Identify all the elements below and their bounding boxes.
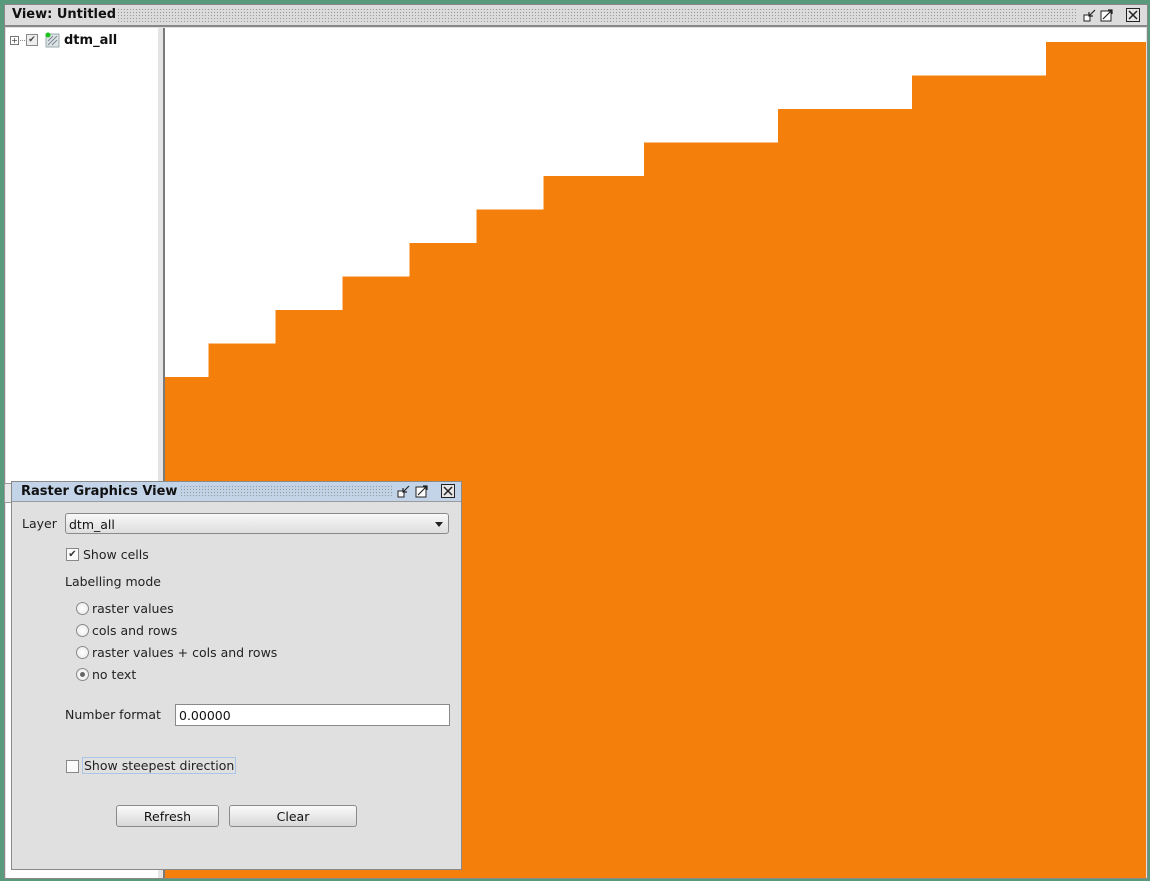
radio-raster-values-cols-rows-label[interactable]: raster values + cols and rows <box>92 645 277 660</box>
close-icon[interactable] <box>1126 8 1140 22</box>
layer-label: Layer <box>22 516 57 531</box>
toc-layer-item[interactable]: + ✔ dtm_all <box>10 32 117 48</box>
radio-no-text-label[interactable]: no text <box>92 667 136 682</box>
layer-name: dtm_all <box>64 32 118 48</box>
labelling-mode-label: Labelling mode <box>65 574 161 589</box>
radio-cols-and-rows[interactable] <box>76 624 89 637</box>
rgv-title: Raster Graphics View <box>21 484 178 499</box>
chevron-down-icon <box>435 522 443 527</box>
number-format-value: 0.00000 <box>179 708 231 723</box>
clear-button[interactable]: Clear <box>229 805 357 827</box>
radio-raster-values[interactable] <box>76 602 89 615</box>
iconify-icon[interactable] <box>397 484 411 498</box>
refresh-button[interactable]: Refresh <box>116 805 219 827</box>
expand-icon[interactable]: + <box>10 35 19 45</box>
close-icon[interactable] <box>441 484 455 498</box>
number-format-input[interactable]: 0.00000 <box>175 704 450 726</box>
raster-graphics-view-panel: Raster Graphics View Layer dtm_all ✔ Sho… <box>11 481 462 870</box>
show-cells-checkbox[interactable]: ✔ <box>66 548 79 561</box>
radio-cols-and-rows-label[interactable]: cols and rows <box>92 623 177 638</box>
layer-select[interactable]: dtm_all <box>65 513 449 534</box>
maximize-icon[interactable] <box>415 484 429 498</box>
number-format-label: Number format <box>65 707 161 722</box>
view-titlebar[interactable]: View: Untitled <box>5 5 1147 27</box>
show-steepest-label[interactable]: Show steepest direction <box>82 757 237 774</box>
radio-raster-values-label[interactable]: raster values <box>92 601 174 616</box>
tree-line <box>20 39 25 41</box>
rgv-titlebar[interactable]: Raster Graphics View <box>12 482 461 502</box>
radio-no-text[interactable] <box>76 668 89 681</box>
titlebar-grip <box>180 485 394 498</box>
radio-selected-dot <box>80 672 85 677</box>
raster-layer-icon <box>44 32 60 48</box>
radio-raster-values-cols-rows[interactable] <box>76 646 89 659</box>
view-title: View: Untitled <box>12 7 123 22</box>
show-steepest-checkbox[interactable] <box>66 760 79 773</box>
show-cells-label[interactable]: Show cells <box>83 547 149 562</box>
iconify-icon[interactable] <box>1083 8 1097 22</box>
layer-select-value: dtm_all <box>69 517 115 532</box>
layer-visibility-checkbox[interactable]: ✔ <box>26 34 38 46</box>
maximize-icon[interactable] <box>1100 8 1114 22</box>
titlebar-grip <box>117 8 1077 22</box>
